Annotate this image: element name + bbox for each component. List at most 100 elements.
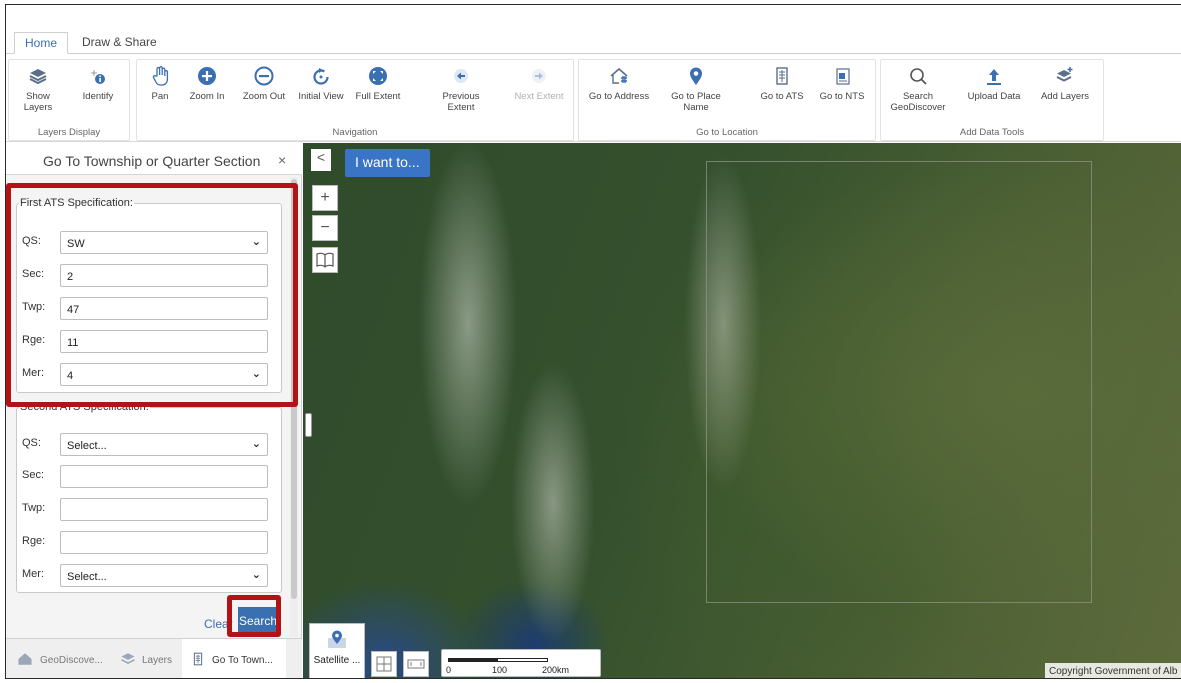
layers-icon [29, 69, 47, 85]
second-qs-row: QS: Select... ⌄ [17, 433, 281, 457]
second-mer-row: Mer: Select... ⌄ [17, 564, 281, 588]
full-extent-label: Full Extent [355, 91, 401, 102]
previous-extent-label: Previous Extent [442, 91, 480, 113]
upload-icon [987, 69, 1001, 85]
add-layers-button[interactable]: Add Layers [1033, 65, 1097, 102]
ribbon: Show Layers Identify Layers Display Pan … [6, 54, 1181, 142]
group-label-add-data-tools: Add Data Tools [959, 127, 1025, 138]
panel-header: Go To Township or Quarter Section × [6, 143, 302, 175]
chevron-down-icon: ⌄ [251, 569, 261, 581]
grid-doc-icon [776, 67, 788, 85]
second-mer-value: Select... [67, 571, 107, 583]
group-label-go-to-location: Go to Location [696, 127, 758, 138]
bookmark-button[interactable] [312, 247, 338, 273]
zoom-in-label: Zoom In [189, 91, 225, 102]
collapse-panel-button[interactable]: < [311, 149, 331, 171]
full-extent-button[interactable]: Full Extent [351, 65, 405, 102]
second-sec-label: Sec: [22, 469, 45, 481]
book-icon [316, 252, 334, 268]
scale-selector-button[interactable] [403, 651, 429, 677]
tab-draw-share[interactable]: Draw & Share [72, 32, 167, 54]
panel-splitter-handle[interactable] [305, 413, 312, 437]
initial-view-button[interactable]: Initial View [295, 65, 347, 102]
second-mer-select[interactable]: Select... ⌄ [60, 564, 268, 587]
close-icon[interactable]: × [278, 152, 286, 168]
arrow-right-icon [532, 69, 546, 83]
second-twp-label: Twp: [22, 502, 46, 514]
i-want-to-button[interactable]: I want to... [345, 149, 430, 177]
identify-button[interactable]: Identify [73, 65, 123, 102]
scale-label-0: 0 [446, 665, 452, 675]
zoom-in-button[interactable]: Zoom In [183, 65, 231, 102]
hand-icon [152, 66, 169, 86]
search-geodiscover-button[interactable]: Search GeoDiscover [889, 65, 947, 113]
scale-bar: 0 100 200km [441, 649, 601, 677]
basemap-label: Satellite ... [313, 655, 361, 666]
bottom-tab-layers-label: Layers [142, 655, 173, 666]
map-view[interactable]: < I want to... + − Satellite ... 0 100 2… [303, 143, 1181, 678]
next-extent-button[interactable]: Next Extent [509, 65, 569, 102]
next-extent-label: Next Extent [514, 91, 564, 102]
chevron-down-icon: ⌄ [251, 438, 261, 450]
second-twp-row: Twp: [17, 498, 281, 522]
coordinates-button[interactable] [371, 651, 397, 677]
copyright-text: Copyright Government of Alb [1045, 663, 1181, 678]
map-pin-icon [690, 67, 702, 85]
zoom-out-button[interactable]: Zoom Out [237, 65, 291, 102]
layers-icon [121, 653, 135, 665]
go-to-place-name-label: Go to Place Name [671, 91, 721, 113]
bottom-tab-go-to-township-label: Go To Town... [212, 655, 273, 666]
panel-title: Go To Township or Quarter Section [43, 153, 261, 169]
second-qs-select[interactable]: Select... ⌄ [60, 433, 268, 456]
second-qs-value: Select... [67, 440, 107, 452]
zoom-in-icon [198, 67, 216, 85]
house-icon [610, 67, 628, 84]
second-sec-row: Sec: [17, 465, 281, 489]
arrow-left-icon [454, 69, 468, 83]
go-to-place-name-button[interactable]: Go to Place Name [671, 65, 721, 113]
initial-view-label: Initial View [298, 91, 344, 102]
scale-icon [407, 659, 425, 669]
bottom-tab-geodiscover[interactable]: GeoDiscove... [6, 639, 108, 678]
house-icon [18, 653, 32, 665]
second-sec-input[interactable] [60, 465, 268, 488]
group-go-to-location: Go to Address Go to Place Name Go to ATS… [578, 59, 876, 141]
refresh-icon [313, 68, 329, 85]
grid-doc-icon [193, 652, 203, 666]
show-layers-label: Show Layers [23, 91, 53, 113]
basemap-switcher[interactable]: Satellite ... [309, 623, 365, 678]
bottom-tab-geodiscover-label: GeoDiscove... [40, 655, 103, 666]
zoom-out-icon [254, 66, 274, 86]
nts-grid-icon [836, 68, 850, 85]
go-to-ats-label: Go to ATS [760, 91, 804, 102]
second-twp-input[interactable] [60, 498, 268, 521]
group-layers-display: Show Layers Identify Layers Display [8, 59, 130, 141]
bottom-tab-go-to-township[interactable]: Go To Town... [182, 639, 286, 678]
go-to-ats-button[interactable]: Go to ATS [757, 65, 807, 102]
map-zoom-out-button[interactable]: − [312, 215, 338, 241]
second-rge-row: Rge: [17, 531, 281, 555]
go-to-address-label: Go to Address [588, 91, 650, 102]
coordinates-icon [376, 656, 392, 672]
go-to-nts-label: Go to NTS [819, 91, 865, 102]
search-button-highlight [227, 595, 281, 637]
identify-label: Identify [82, 91, 114, 102]
show-layers-button[interactable]: Show Layers [11, 65, 65, 113]
group-navigation: Pan Zoom In Zoom Out Initial View Full E… [136, 59, 574, 141]
bottom-tabbar: GeoDiscove... Layers Go To Town... [6, 638, 302, 678]
bottom-tab-layers[interactable]: Layers [110, 639, 180, 678]
go-to-nts-button[interactable]: Go to NTS [815, 65, 869, 102]
upload-data-button[interactable]: Upload Data [963, 65, 1025, 102]
map-pin-icon [328, 630, 346, 648]
full-extent-icon [369, 67, 387, 85]
tab-home[interactable]: Home [14, 32, 69, 54]
first-spec-highlight [6, 183, 298, 407]
ribbon-tabbar: Home Draw & Share [6, 28, 1181, 54]
go-to-address-button[interactable]: Go to Address [585, 65, 653, 102]
previous-extent-button[interactable]: Previous Extent [429, 65, 493, 113]
identify-icon [91, 70, 105, 84]
pan-label: Pan [151, 91, 169, 102]
second-rge-input[interactable] [60, 531, 268, 554]
map-zoom-in-button[interactable]: + [312, 185, 338, 211]
pan-button[interactable]: Pan [141, 65, 179, 102]
